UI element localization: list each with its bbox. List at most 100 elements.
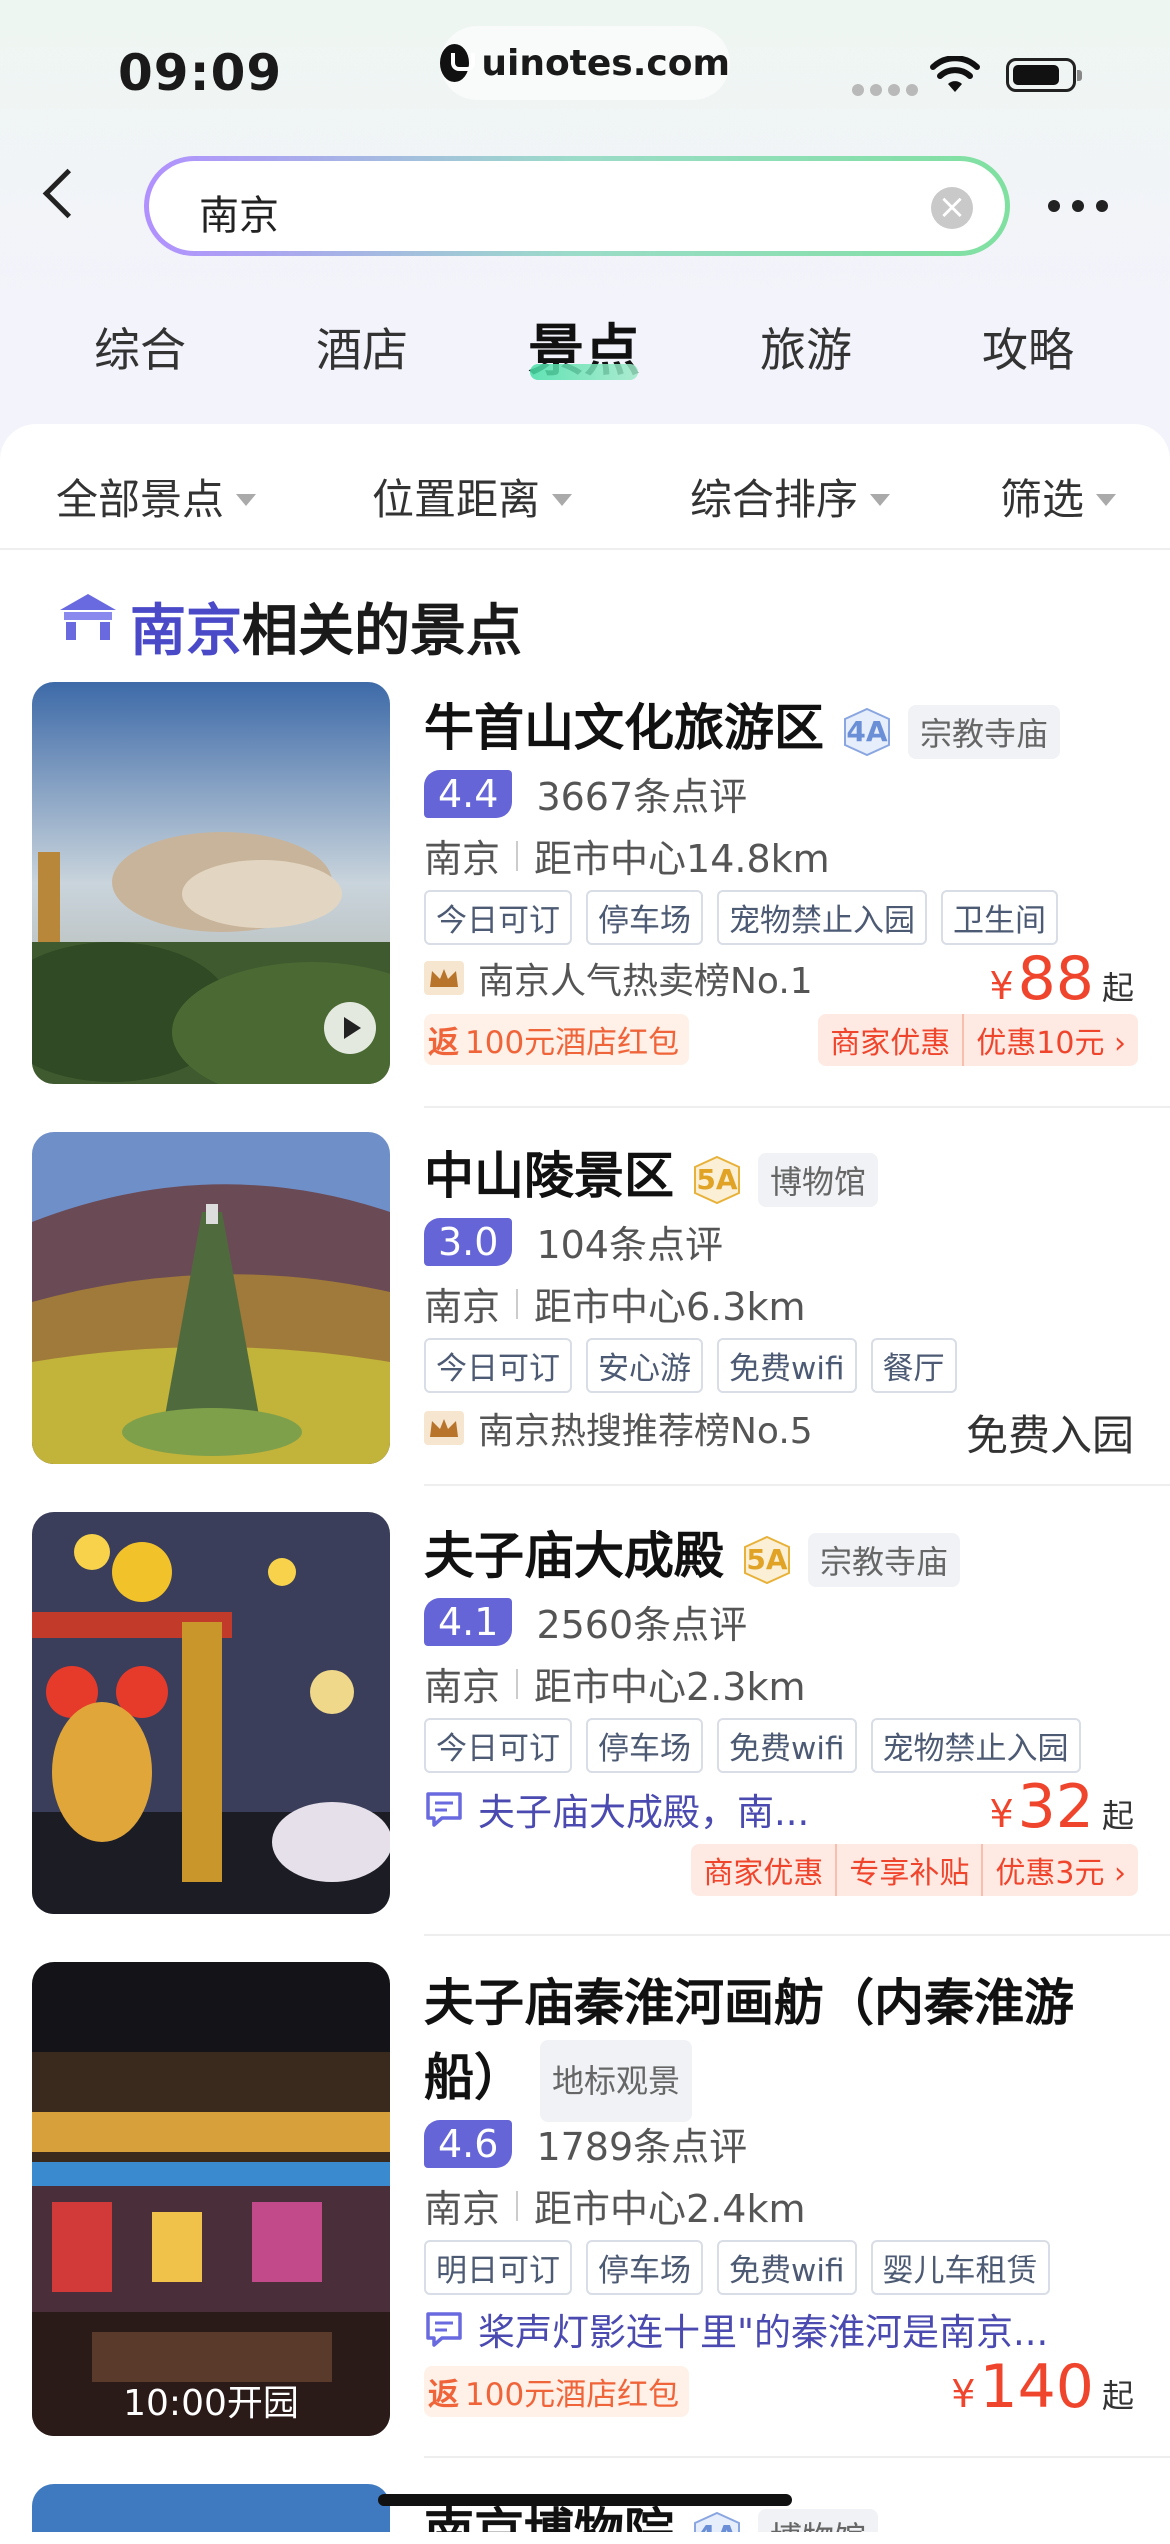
item-divider	[424, 1484, 1170, 1486]
feature-tag: 停车场	[586, 2240, 703, 2295]
url-text: uinotes.com	[481, 42, 730, 84]
active-tab-indicator	[530, 364, 638, 380]
location-row: 南京 距市中心2.4km	[424, 2187, 806, 2231]
battery-icon	[1006, 58, 1082, 92]
feature-tag: 免费wifi	[717, 1718, 857, 1773]
feature-tag: 安心游	[586, 1338, 703, 1393]
score-badge: 3.0	[424, 1217, 513, 1266]
attraction-photo	[32, 682, 390, 1084]
clear-icon[interactable]: ×	[931, 187, 973, 229]
rating-row: 4.1 2560条点评	[424, 1594, 747, 1649]
item-divider	[424, 1934, 1170, 1936]
section-title: 南京相关的景点	[130, 599, 522, 664]
promo-badge[interactable]: 商家优惠 专享补贴 优惠3元 ›	[691, 1844, 1138, 1896]
opening-time: 10:00开园	[123, 2383, 299, 2424]
feature-tags: 今日可订 安心游 免费wifi 餐厅	[424, 1338, 957, 1393]
feature-tag: 免费wifi	[717, 2240, 857, 2295]
filter-sort[interactable]: 综合排序	[690, 466, 891, 527]
wifi-icon	[930, 56, 980, 92]
feature-tags: 今日可订 停车场 免费wifi 宠物禁止入园	[424, 1718, 1081, 1773]
filter-divider	[0, 548, 1170, 550]
feature-tag: 明日可订	[424, 2240, 572, 2295]
url-pill[interactable]: uinotes.com	[440, 26, 730, 100]
category-tag: 博物馆	[758, 1152, 879, 1207]
feature-tag: 婴儿车租赁	[870, 2240, 1050, 2295]
price: ¥140 起	[951, 2352, 1134, 2422]
search-input[interactable]: 南京	[199, 183, 279, 241]
review-snippet[interactable]: 夫子庙大成殿，南...	[424, 1782, 809, 1836]
review-count: 3667条点评	[536, 775, 748, 819]
attraction-photo	[32, 2484, 390, 2532]
feature-tag: 今日可订	[424, 890, 572, 945]
feature-tag: 宠物禁止入园	[870, 1718, 1081, 1773]
feature-tag: 今日可订	[424, 1338, 572, 1393]
tab-travel[interactable]: 旅游	[706, 314, 906, 380]
location-row: 南京 距市中心14.8km	[424, 837, 830, 881]
item-divider	[424, 2456, 1170, 2458]
ranking-link[interactable]: 南京人气热卖榜No.1	[424, 952, 813, 1004]
ticket-gate-icon	[60, 594, 116, 640]
status-time: 09:09	[118, 44, 283, 102]
feature-tag: 停车场	[586, 890, 703, 945]
feature-tag: 免费wifi	[717, 1338, 857, 1393]
tab-comprehensive[interactable]: 综合	[40, 314, 240, 380]
attraction-name: 夫子庙秦淮河画舫（内秦淮游 船） 地标观景	[424, 1966, 1144, 2122]
play-video-icon[interactable]	[324, 1002, 376, 1054]
feature-tags: 今日可订 停车场 宠物禁止入园 卫生间	[424, 890, 1058, 945]
more-icon[interactable]	[1048, 200, 1108, 212]
search-box[interactable]: 南京 ×	[144, 156, 1010, 256]
location-row: 南京 距市中心2.3km	[424, 1665, 806, 1709]
level-4a-badge: 4A	[692, 2511, 742, 2532]
comment-icon	[426, 2312, 462, 2347]
promo-badge[interactable]: 商家优惠 优惠10元 ›	[818, 1014, 1138, 1066]
score-badge: 4.4	[424, 769, 513, 818]
tab-hotel[interactable]: 酒店	[262, 314, 462, 380]
home-indicator[interactable]	[378, 2494, 792, 2506]
score-badge: 4.6	[424, 2119, 513, 2168]
attraction-photo	[32, 1512, 390, 1914]
tab-guides[interactable]: 攻略	[928, 314, 1128, 380]
filter-screen[interactable]: 筛选	[1000, 466, 1117, 527]
category-tag: 宗教寺庙	[808, 1532, 961, 1587]
review-count: 1789条点评	[536, 2125, 748, 2169]
attraction-card-nanjing-museum[interactable]: 南京博物院4A博物馆	[0, 2482, 1170, 2532]
hotel-redpacket-badge: 返 100元酒店红包	[424, 1014, 690, 1065]
site-lock-icon	[440, 44, 476, 82]
location-row: 南京 距市中心6.3km	[424, 1285, 806, 1329]
attraction-name: 中山陵景区 5A 博物馆	[424, 1136, 879, 1208]
feature-tag: 停车场	[586, 1718, 703, 1773]
attraction-card-niushoushan[interactable]: 牛首山文化旅游区 4A 宗教寺庙 4.4 3667条点评 南京 距市中心14.8km …	[0, 680, 1170, 1108]
level-5a-badge: 5A	[742, 1535, 792, 1585]
category-tag: 宗教寺庙	[908, 704, 1061, 759]
attraction-photo	[32, 1132, 390, 1464]
feature-tag: 卫生间	[941, 890, 1058, 945]
item-divider	[424, 1106, 1170, 1108]
attraction-name: 夫子庙大成殿 5A 宗教寺庙	[424, 1516, 961, 1588]
level-4a-badge: 4A	[842, 707, 892, 757]
attraction-photo: 10:00开园	[32, 1962, 390, 2436]
rating-row: 3.0 104条点评	[424, 1214, 723, 1269]
attraction-card-zhongshanling[interactable]: 中山陵景区 5A 博物馆 3.0 104条点评 南京 距市中心6.3km 今日可订 安…	[0, 1130, 1170, 1486]
filter-all-attractions[interactable]: 全部景点	[56, 466, 257, 527]
dropdown-arrow-icon	[870, 493, 891, 506]
attraction-card-dachengdian[interactable]: 夫子庙大成殿 5A 宗教寺庙 4.1 2560条点评 南京 距市中心2.3km 今日可…	[0, 1510, 1170, 1936]
review-count: 2560条点评	[536, 1603, 748, 1647]
comment-icon	[426, 1792, 462, 1827]
cellular-signal-icon	[852, 84, 918, 96]
filter-distance[interactable]: 位置距离	[372, 466, 573, 527]
feature-tag: 今日可订	[424, 1718, 572, 1773]
rating-row: 4.4 3667条点评	[424, 766, 747, 821]
crown-icon	[424, 1411, 464, 1445]
feature-tags: 明日可订 停车场 免费wifi 婴儿车租赁	[424, 2240, 1050, 2295]
price: ¥88 起	[989, 944, 1134, 1014]
back-icon[interactable]	[42, 168, 93, 219]
hotel-redpacket-badge: 返 100元酒店红包	[424, 2366, 690, 2417]
attraction-card-qinhuai-boat[interactable]: 10:00开园 夫子庙秦淮河画舫（内秦淮游 船） 地标观景 4.6 1789条点评…	[0, 1960, 1170, 2458]
review-count: 104条点评	[536, 1223, 723, 1267]
dropdown-arrow-icon	[552, 493, 573, 506]
level-5a-badge: 5A	[692, 1155, 742, 1205]
feature-tag: 餐厅	[870, 1338, 957, 1393]
review-snippet[interactable]: 桨声灯影连十里"的秦淮河是南京...	[424, 2302, 1048, 2356]
ranking-link[interactable]: 南京热搜推荐榜No.5	[424, 1402, 813, 1454]
rating-row: 4.6 1789条点评	[424, 2116, 747, 2171]
